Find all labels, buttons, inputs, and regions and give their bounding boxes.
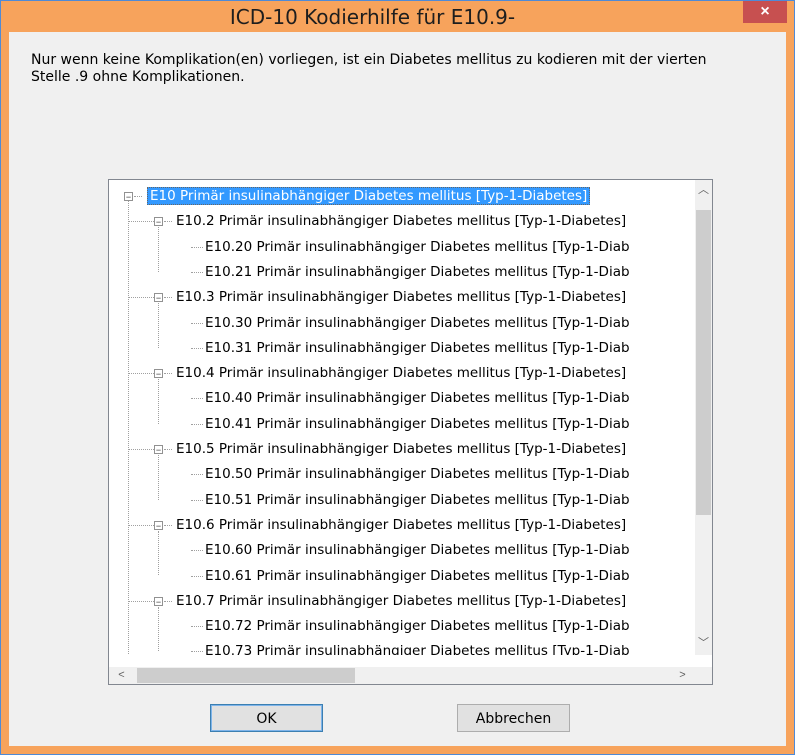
tree-leaf-item[interactable]: E10.72 Primär insulinabhängiger Diabetes… <box>203 616 632 636</box>
collapse-icon[interactable]: − <box>154 217 163 227</box>
tree-item-label: E10.51 Primär insulinabhängiger Diabetes… <box>205 491 630 508</box>
chevron-down-icon[interactable]: ﹀ <box>695 635 712 652</box>
tree-guide-line <box>158 379 159 424</box>
tree-item-label: E10.73 Primär insulinabhängiger Diabetes… <box>205 643 630 655</box>
tree-node-item[interactable]: E10.3 Primär insulinabhängiger Diabetes … <box>174 287 628 307</box>
tree-guide-line <box>129 373 154 375</box>
chevron-left-icon[interactable]: < <box>113 667 130 684</box>
tree-leaf-item[interactable]: E10.40 Primär insulinabhängiger Diabetes… <box>203 388 632 408</box>
horizontal-scrollbar[interactable]: < > <box>109 667 695 684</box>
window-title: ICD-10 Kodierhilfe für E10.9- <box>229 5 516 29</box>
tree-node-item[interactable]: E10 Primär insulinabhängiger Diabetes me… <box>147 186 591 206</box>
vertical-scrollbar[interactable]: ︿ ﹀ <box>695 180 712 655</box>
tree-guide-line <box>191 398 203 400</box>
tree-node-item[interactable]: E10.6 Primär insulinabhängiger Diabetes … <box>174 515 628 535</box>
tree-item-label: E10.6 Primär insulinabhängiger Diabetes … <box>176 516 627 533</box>
tree-item-label: E10 Primär insulinabhängiger Diabetes me… <box>147 187 591 205</box>
tree-guide-line <box>191 347 203 349</box>
collapse-icon[interactable]: − <box>154 369 163 379</box>
tree-guide-line <box>191 575 203 577</box>
collapse-icon[interactable]: − <box>154 445 163 455</box>
tree-leaf-item[interactable]: E10.73 Primär insulinabhängiger Diabetes… <box>203 641 632 655</box>
tree-leaf-item[interactable]: E10.51 Primär insulinabhängiger Diabetes… <box>203 490 632 510</box>
chevron-up-icon[interactable]: ︿ <box>695 182 712 199</box>
tree-guide-line <box>191 322 203 324</box>
tree-guide-line <box>191 271 203 273</box>
tree-node-item[interactable]: E10.7 Primär insulinabhängiger Diabetes … <box>174 591 628 611</box>
title-bar[interactable]: ICD-10 Kodierhilfe für E10.9- × <box>1 1 794 31</box>
tree-guide-line <box>164 221 172 223</box>
tree-item-label: E10.4 Primär insulinabhängiger Diabetes … <box>176 365 627 382</box>
instruction-text: Nur wenn keine Komplikation(en) vorliege… <box>31 52 707 85</box>
tree-guide-line <box>191 474 203 476</box>
tree-guide-line <box>129 600 154 602</box>
tree-guide-line <box>129 524 154 526</box>
tree-guide-line <box>191 423 203 425</box>
close-icon: × <box>760 3 770 20</box>
tree-item-label: E10.31 Primär insulinabhängiger Diabetes… <box>205 339 630 356</box>
chevron-right-icon[interactable]: > <box>674 667 691 684</box>
tree-item-label: E10.60 Primär insulinabhängiger Diabetes… <box>205 542 630 559</box>
cancel-button[interactable]: Abbrechen <box>457 704 570 732</box>
tree-guide-line <box>191 651 203 653</box>
tree-guide-line <box>191 550 203 552</box>
tree-item-label: E10.30 Primär insulinabhängiger Diabetes… <box>205 314 630 331</box>
tree-guide-line <box>191 626 203 628</box>
tree-guide-line <box>129 221 154 223</box>
close-button[interactable]: × <box>743 1 787 23</box>
tree-guide-line <box>191 246 203 248</box>
tree-item-label: E10.7 Primär insulinabhängiger Diabetes … <box>176 592 627 609</box>
tree-guide-line <box>129 449 154 450</box>
tree-item-label: E10.20 Primär insulinabhängiger Diabetes… <box>205 238 630 255</box>
tree-guide-line <box>164 524 172 526</box>
tree-leaf-item[interactable]: E10.31 Primär insulinabhängiger Diabetes… <box>203 338 632 358</box>
tree-guide-line <box>158 455 159 500</box>
tree-guide-line <box>158 530 159 576</box>
tree-guide-line <box>164 373 172 375</box>
scrollbar-corner <box>695 667 712 684</box>
tree-leaf-item[interactable]: E10.41 Primär insulinabhängiger Diabetes… <box>203 414 632 434</box>
tree-guide-line <box>158 227 159 272</box>
tree-item-label: E10.21 Primär insulinabhängiger Diabetes… <box>205 263 630 280</box>
tree-guide-line <box>129 297 154 299</box>
tree-node-item[interactable]: E10.4 Primär insulinabhängiger Diabetes … <box>174 363 628 383</box>
tree-guide-line <box>164 449 172 450</box>
tree-item-label: E10.3 Primär insulinabhängiger Diabetes … <box>176 289 627 306</box>
collapse-icon[interactable]: − <box>154 520 163 530</box>
tree-leaf-item[interactable]: E10.50 Primär insulinabhängiger Diabetes… <box>203 464 632 484</box>
tree-guide-line <box>191 499 203 501</box>
tree-leaf-item[interactable]: E10.61 Primär insulinabhängiger Diabetes… <box>203 566 632 586</box>
ok-button[interactable]: OK <box>210 704 323 732</box>
tree-node-item[interactable]: E10.5 Primär insulinabhängiger Diabetes … <box>174 439 628 459</box>
tree-guide-line <box>134 196 142 197</box>
tree-leaf-item[interactable]: E10.60 Primär insulinabhängiger Diabetes… <box>203 540 632 560</box>
tree-node-item[interactable]: E10.2 Primär insulinabhängiger Diabetes … <box>174 211 628 231</box>
collapse-icon[interactable]: − <box>124 192 133 202</box>
tree-item-label: E10.2 Primär insulinabhängiger Diabetes … <box>176 213 627 230</box>
tree-leaf-item[interactable]: E10.20 Primär insulinabhängiger Diabetes… <box>203 237 632 257</box>
collapse-icon[interactable]: − <box>154 596 163 606</box>
vertical-scroll-thumb[interactable] <box>696 210 711 515</box>
tree-item-label: E10.40 Primär insulinabhängiger Diabetes… <box>205 390 630 407</box>
horizontal-scroll-thumb[interactable] <box>137 668 355 683</box>
tree-guide-line <box>158 303 159 348</box>
tree-guide-line <box>164 297 172 299</box>
tree-leaf-item[interactable]: E10.30 Primär insulinabhängiger Diabetes… <box>203 313 632 333</box>
tree-guide-line <box>158 606 159 652</box>
tree-item-label: E10.61 Primär insulinabhängiger Diabetes… <box>205 567 630 584</box>
tree-leaf-item[interactable]: E10.21 Primär insulinabhängiger Diabetes… <box>203 262 632 282</box>
tree-guide-line <box>164 600 172 602</box>
tree-content: E10 Primär insulinabhängiger Diabetes me… <box>109 180 695 655</box>
tree-item-label: E10.50 Primär insulinabhängiger Diabetes… <box>205 466 630 483</box>
tree-item-label: E10.41 Primär insulinabhängiger Diabetes… <box>205 415 630 432</box>
tree-item-label: E10.72 Primär insulinabhängiger Diabetes… <box>205 618 630 635</box>
tree-item-label: E10.5 Primär insulinabhängiger Diabetes … <box>176 441 627 457</box>
collapse-icon[interactable]: − <box>154 293 163 303</box>
tree-guide-line <box>128 201 129 655</box>
code-tree-view[interactable]: E10 Primär insulinabhängiger Diabetes me… <box>108 179 713 685</box>
